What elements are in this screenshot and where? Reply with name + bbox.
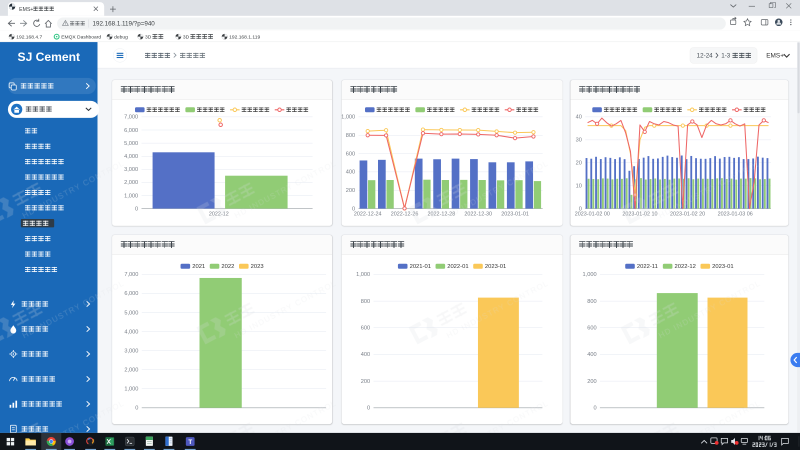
svg-text:1,000: 1,000 — [356, 272, 370, 278]
svg-text:192.168.4.7: 192.168.4.7 — [16, 35, 42, 41]
svg-text:20: 20 — [576, 161, 582, 167]
svg-text:12-24: 12-24 — [697, 53, 714, 60]
svg-text:2023-01-01: 2023-01-01 — [501, 211, 529, 217]
svg-text:2022-12-26: 2022-12-26 — [391, 211, 419, 217]
svg-text:2023-01-02 10: 2023-01-02 10 — [622, 211, 657, 217]
svg-text:800: 800 — [346, 133, 355, 139]
svg-text:0: 0 — [367, 406, 370, 412]
svg-text:EMQX Dashboard: EMQX Dashboard — [61, 35, 101, 41]
svg-text:1,000: 1,000 — [124, 387, 138, 393]
svg-text:0: 0 — [594, 406, 597, 412]
svg-text:EMS+: EMS+ — [766, 53, 784, 60]
svg-text:200: 200 — [361, 379, 370, 385]
svg-text:2,000: 2,000 — [124, 367, 138, 373]
svg-text:3,000: 3,000 — [124, 348, 138, 354]
svg-text:600: 600 — [361, 326, 370, 332]
svg-text:7,000: 7,000 — [124, 115, 138, 121]
svg-text:30: 30 — [576, 138, 582, 144]
svg-text:debug: debug — [114, 35, 128, 41]
svg-text:2023-01-02 00: 2023-01-02 00 — [575, 211, 610, 217]
svg-text:1,000: 1,000 — [583, 272, 597, 278]
svg-text:200: 200 — [587, 379, 596, 385]
svg-text:192.168.1.119/?p=940: 192.168.1.119/?p=940 — [93, 21, 156, 28]
svg-text:200: 200 — [346, 188, 355, 194]
svg-text:2023: 2023 — [251, 264, 264, 270]
svg-text:T: T — [188, 439, 192, 446]
svg-text:2022-11: 2022-11 — [637, 264, 658, 270]
svg-text:2023-01-02 20: 2023-01-02 20 — [670, 211, 705, 217]
svg-text:3D: 3D — [183, 35, 190, 41]
svg-text:800: 800 — [361, 299, 370, 305]
svg-text:0: 0 — [135, 206, 138, 212]
svg-text:2023-01-03 06: 2023-01-03 06 — [718, 211, 753, 217]
svg-text:2022-12-28: 2022-12-28 — [427, 211, 455, 217]
svg-text:40: 40 — [576, 115, 582, 121]
svg-text:6,000: 6,000 — [124, 291, 138, 297]
svg-text:4,000: 4,000 — [124, 154, 138, 160]
svg-text:1,000: 1,000 — [341, 115, 355, 121]
svg-text:7,000: 7,000 — [124, 272, 138, 278]
svg-text:2022-01: 2022-01 — [447, 264, 468, 270]
svg-text:400: 400 — [346, 170, 355, 176]
svg-text:2023-01: 2023-01 — [485, 264, 506, 270]
svg-text:1-3: 1-3 — [721, 53, 731, 60]
svg-text:400: 400 — [361, 352, 370, 358]
svg-text:2021: 2021 — [192, 264, 205, 270]
svg-text:3D: 3D — [145, 35, 152, 41]
svg-text:1,000: 1,000 — [124, 193, 138, 199]
svg-text:5,000: 5,000 — [124, 141, 138, 147]
svg-text:600: 600 — [587, 326, 596, 332]
svg-text:800: 800 — [587, 299, 596, 305]
svg-text:0: 0 — [135, 406, 138, 412]
svg-text:2022: 2022 — [221, 264, 234, 270]
svg-text:4,000: 4,000 — [124, 329, 138, 335]
svg-text:2022-12: 2022-12 — [209, 211, 229, 217]
svg-text:5,000: 5,000 — [124, 310, 138, 316]
svg-text:2022-12-30: 2022-12-30 — [464, 211, 492, 217]
svg-text:2,000: 2,000 — [124, 180, 138, 186]
svg-text:192.168.1.119: 192.168.1.119 — [229, 35, 260, 41]
svg-text:2022-12-24: 2022-12-24 — [354, 211, 382, 217]
svg-text:3,000: 3,000 — [124, 167, 138, 173]
svg-text:6,000: 6,000 — [124, 128, 138, 134]
svg-text:10: 10 — [576, 183, 582, 189]
svg-text:2023-01: 2023-01 — [712, 264, 733, 270]
svg-text:2021-01: 2021-01 — [409, 264, 430, 270]
svg-text:400: 400 — [587, 352, 596, 358]
svg-text:2022-12: 2022-12 — [675, 264, 696, 270]
svg-text:600: 600 — [346, 151, 355, 157]
